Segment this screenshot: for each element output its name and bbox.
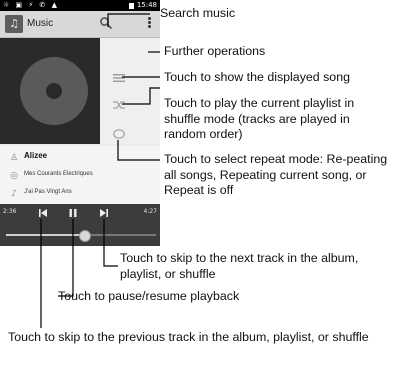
search-leader [107, 13, 150, 27]
callout-search: Search music [160, 6, 236, 20]
callout-next: Touch to skip to the next track in the a… [120, 251, 359, 281]
next-leader [103, 219, 118, 267]
callout-previous: Touch to skip to the previous track in t… [8, 330, 369, 344]
callout-shuffle: Touch to play the current playlist in sh… [164, 96, 355, 141]
repeat-leader [117, 140, 160, 161]
callout-repeat: Touch to select repeat mode: Re-peating … [164, 152, 388, 197]
callout-show-song: Touch to show the displayed song [164, 70, 350, 84]
pause-leader [58, 219, 74, 297]
callout-pause: Touch to pause/resume playback [58, 289, 240, 303]
callout-more: Further operations [164, 44, 266, 58]
shuffle-leader [122, 87, 160, 105]
